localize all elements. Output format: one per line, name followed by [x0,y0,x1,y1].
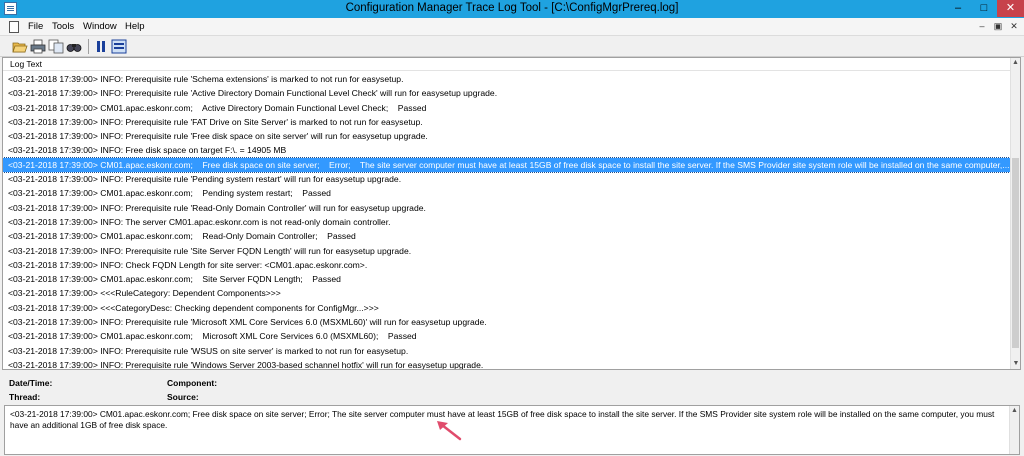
find-icon[interactable] [66,39,82,54]
document-icon[interactable] [9,21,19,33]
window-title: Configuration Manager Trace Log Tool - [… [345,2,679,14]
log-row[interactable]: <03-21-2018 17:39:00> <<<RuleCategory: D… [3,286,1012,300]
log-row[interactable]: <03-21-2018 17:39:00> INFO: Prerequisite… [3,129,1012,143]
log-row[interactable]: <03-21-2018 17:39:00> INFO: Prerequisite… [3,315,1012,329]
menu-window[interactable]: Window [83,21,117,32]
message-text-box[interactable]: <03-21-2018 17:39:00> CM01.apac.eskonr.c… [4,405,1020,455]
log-row[interactable]: <03-21-2018 17:39:00> CM01.apac.eskonr.c… [3,329,1012,343]
menu-tools[interactable]: Tools [52,21,74,32]
toolbar-separator [88,39,89,54]
log-scrollbar[interactable]: ▲ ▼ [1010,58,1020,369]
open-icon[interactable] [12,39,28,54]
message-scroll-up-icon[interactable]: ▲ [1010,406,1019,416]
log-row[interactable]: <03-21-2018 17:39:00> CM01.apac.eskonr.c… [3,272,1012,286]
close-button[interactable]: ✕ [997,0,1024,17]
log-row[interactable]: <03-21-2018 17:39:00> INFO: Free disk sp… [3,143,1012,157]
log-row[interactable]: <03-21-2018 17:39:00> INFO: Prerequisite… [3,244,1012,258]
log-text-column-header[interactable]: Log Text [3,58,1020,71]
mdi-restore-button[interactable]: ▣ [991,20,1005,33]
menu-file[interactable]: File [28,21,43,32]
log-panel: Log Text <03-21-2018 17:39:00> INFO: Pre… [2,57,1021,370]
datetime-label: Date/Time: [9,378,53,388]
scroll-down-icon[interactable]: ▼ [1011,359,1020,369]
menu-bar: File Tools Window Help – ▣ ✕ [0,18,1024,36]
highlight-icon[interactable] [111,39,127,54]
scroll-up-icon[interactable]: ▲ [1011,58,1020,68]
message-text: <03-21-2018 17:39:00> CM01.apac.eskonr.c… [10,409,995,430]
scroll-thumb[interactable] [1012,158,1019,348]
log-row[interactable]: <03-21-2018 17:39:00> CM01.apac.eskonr.c… [3,101,1012,115]
mdi-minimize-button[interactable]: – [975,20,989,33]
message-scrollbar[interactable]: ▲ [1009,406,1019,454]
log-row-selected[interactable]: <03-21-2018 17:39:00> CM01.apac.eskonr.c… [3,156,1013,174]
title-bar: Configuration Manager Trace Log Tool - [… [0,0,1024,18]
log-row[interactable]: <03-21-2018 17:39:00> INFO: Prerequisite… [3,358,1012,369]
log-row[interactable]: <03-21-2018 17:39:00> INFO: Check FQDN L… [3,258,1012,272]
minimize-button[interactable]: – [945,0,971,17]
details-panel: Date/Time: Component: Thread: Source: [0,371,1024,405]
log-row[interactable]: <03-21-2018 17:39:00> INFO: Prerequisite… [3,172,1012,186]
log-row[interactable]: <03-21-2018 17:39:00> INFO: Prerequisite… [3,201,1012,215]
log-row[interactable]: <03-21-2018 17:39:00> INFO: Prerequisite… [3,72,1012,86]
mdi-close-button[interactable]: ✕ [1007,20,1021,33]
log-row[interactable]: <03-21-2018 17:39:00> <<<CategoryDesc: C… [3,301,1012,315]
menu-help[interactable]: Help [125,21,145,32]
source-label: Source: [167,392,199,402]
toolbar [0,36,1024,57]
log-row[interactable]: <03-21-2018 17:39:00> INFO: Prerequisite… [3,344,1012,358]
pause-icon[interactable] [93,39,109,54]
log-row[interactable]: <03-21-2018 17:39:00> INFO: Prerequisite… [3,86,1012,100]
thread-label: Thread: [9,392,41,402]
maximize-button[interactable]: □ [971,0,997,17]
log-row[interactable]: <03-21-2018 17:39:00> INFO: Prerequisite… [3,115,1012,129]
copy-icon[interactable] [48,39,64,54]
log-row[interactable]: <03-21-2018 17:39:00> INFO: The server C… [3,215,1012,229]
annotation-arrow-icon [437,421,462,441]
log-list: <03-21-2018 17:39:00> INFO: Prerequisite… [3,72,1013,369]
log-row[interactable]: <03-21-2018 17:39:00> CM01.apac.eskonr.c… [3,229,1012,243]
print-icon[interactable] [30,39,46,54]
component-label: Component: [167,378,218,388]
log-row[interactable]: <03-21-2018 17:39:00> CM01.apac.eskonr.c… [3,186,1012,200]
